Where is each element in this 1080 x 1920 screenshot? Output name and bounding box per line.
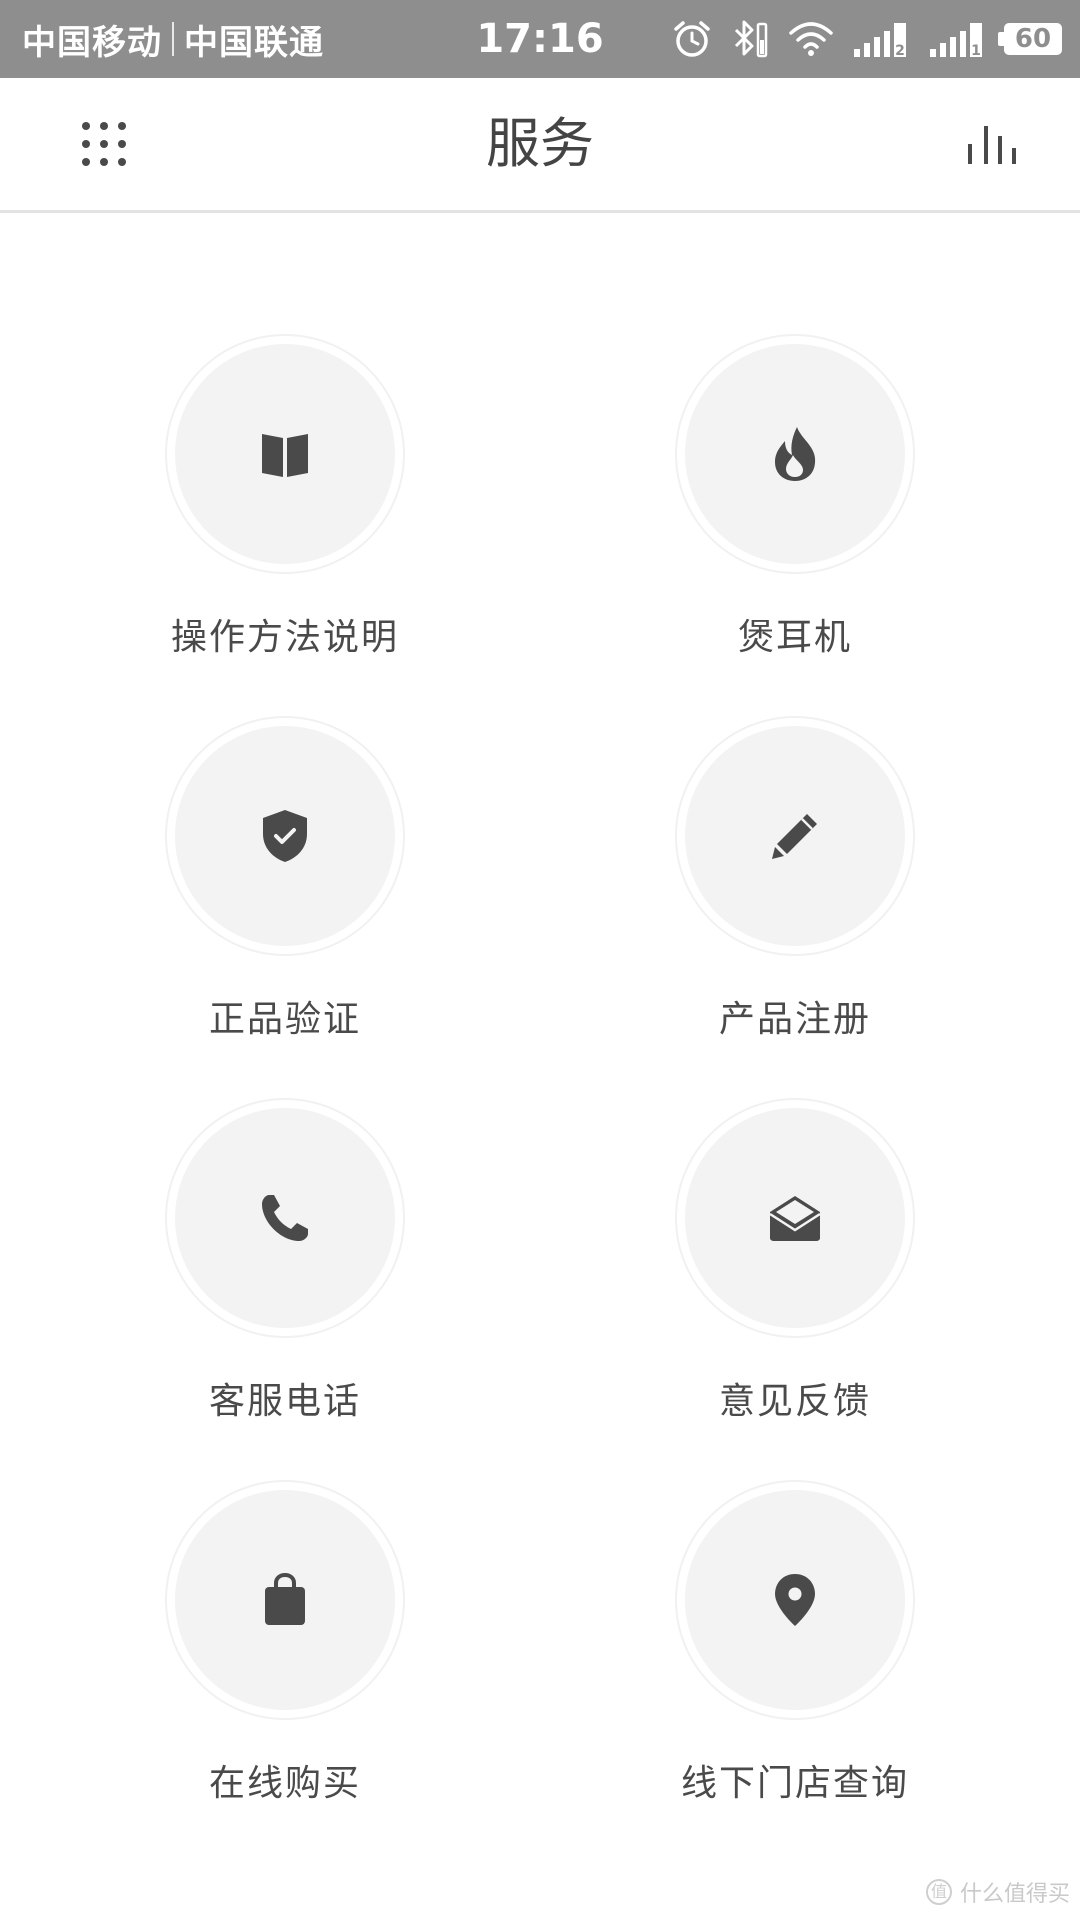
shopping-bag-icon: [265, 1573, 305, 1625]
signal-sim2-label: 2: [895, 43, 905, 59]
book-icon: [262, 434, 308, 477]
service-circle: [165, 334, 405, 574]
watermark-badge: 值: [925, 1879, 952, 1905]
service-verify[interactable]: 正品验证: [30, 716, 540, 1098]
watermark: 值 什么值得买: [925, 1876, 1070, 1908]
service-circle: [675, 1480, 915, 1720]
grid-menu-button[interactable]: [68, 108, 140, 180]
service-grid: 操作方法说明 煲耳机 正品验证 产品注册 客服电话 意见反馈 在线购买 线下门店…: [0, 334, 1080, 1862]
service-label: 意见反馈: [718, 1381, 871, 1422]
status-icons: 2 1 60: [672, 0, 1062, 78]
service-label: 正品验证: [208, 999, 361, 1040]
service-label: 线下门店查询: [680, 1763, 909, 1804]
bluetooth-icon: [734, 20, 768, 58]
phone-icon: [262, 1195, 308, 1241]
location-pin-icon: [775, 1574, 815, 1626]
equalizer-button[interactable]: [956, 108, 1028, 180]
carrier-info: 中国移动 中国联通: [22, 0, 324, 78]
service-store-locator[interactable]: 线下门店查询: [540, 1480, 1050, 1862]
status-bar: 中国移动 中国联通 17:16 2 1 60: [0, 0, 1080, 78]
page-title: 服务: [486, 112, 594, 175]
watermark-text: 什么值得买: [959, 1882, 1070, 1907]
service-manual[interactable]: 操作方法说明: [30, 334, 540, 716]
carrier-2: 中国联通: [184, 22, 324, 63]
service-label: 产品注册: [718, 999, 871, 1040]
grid-menu-icon: [82, 122, 126, 166]
pencil-icon: [772, 814, 817, 859]
signal-sim1-label: 1: [971, 43, 981, 59]
service-circle: [165, 1098, 405, 1338]
carrier-1: 中国移动: [22, 22, 162, 63]
carrier-divider: [172, 22, 174, 56]
signal-sim2-icon: 2: [854, 23, 906, 59]
service-circle: [675, 1098, 915, 1338]
service-label: 在线购买: [208, 1763, 361, 1804]
nav-bar: 服务: [0, 78, 1080, 213]
wifi-icon: [789, 22, 833, 56]
service-circle: [165, 716, 405, 956]
service-buy-online[interactable]: 在线购买: [30, 1480, 540, 1862]
alarm-icon: [674, 21, 710, 57]
service-circle: [675, 716, 915, 956]
equalizer-icon: [968, 126, 1016, 164]
service-label: 客服电话: [208, 1381, 361, 1422]
flame-icon: [775, 427, 816, 481]
shield-check-icon: [263, 810, 307, 862]
battery-indicator: 60: [998, 23, 1062, 55]
mail-open-icon: [769, 1196, 821, 1241]
service-circle: [675, 334, 915, 574]
signal-sim1-icon: 1: [930, 23, 982, 59]
service-burn-in[interactable]: 煲耳机: [540, 334, 1050, 716]
service-hotline[interactable]: 客服电话: [30, 1098, 540, 1480]
service-feedback[interactable]: 意见反馈: [540, 1098, 1050, 1480]
service-circle: [165, 1480, 405, 1720]
service-label: 煲耳机: [737, 617, 852, 658]
service-register[interactable]: 产品注册: [540, 716, 1050, 1098]
service-label: 操作方法说明: [170, 617, 399, 658]
